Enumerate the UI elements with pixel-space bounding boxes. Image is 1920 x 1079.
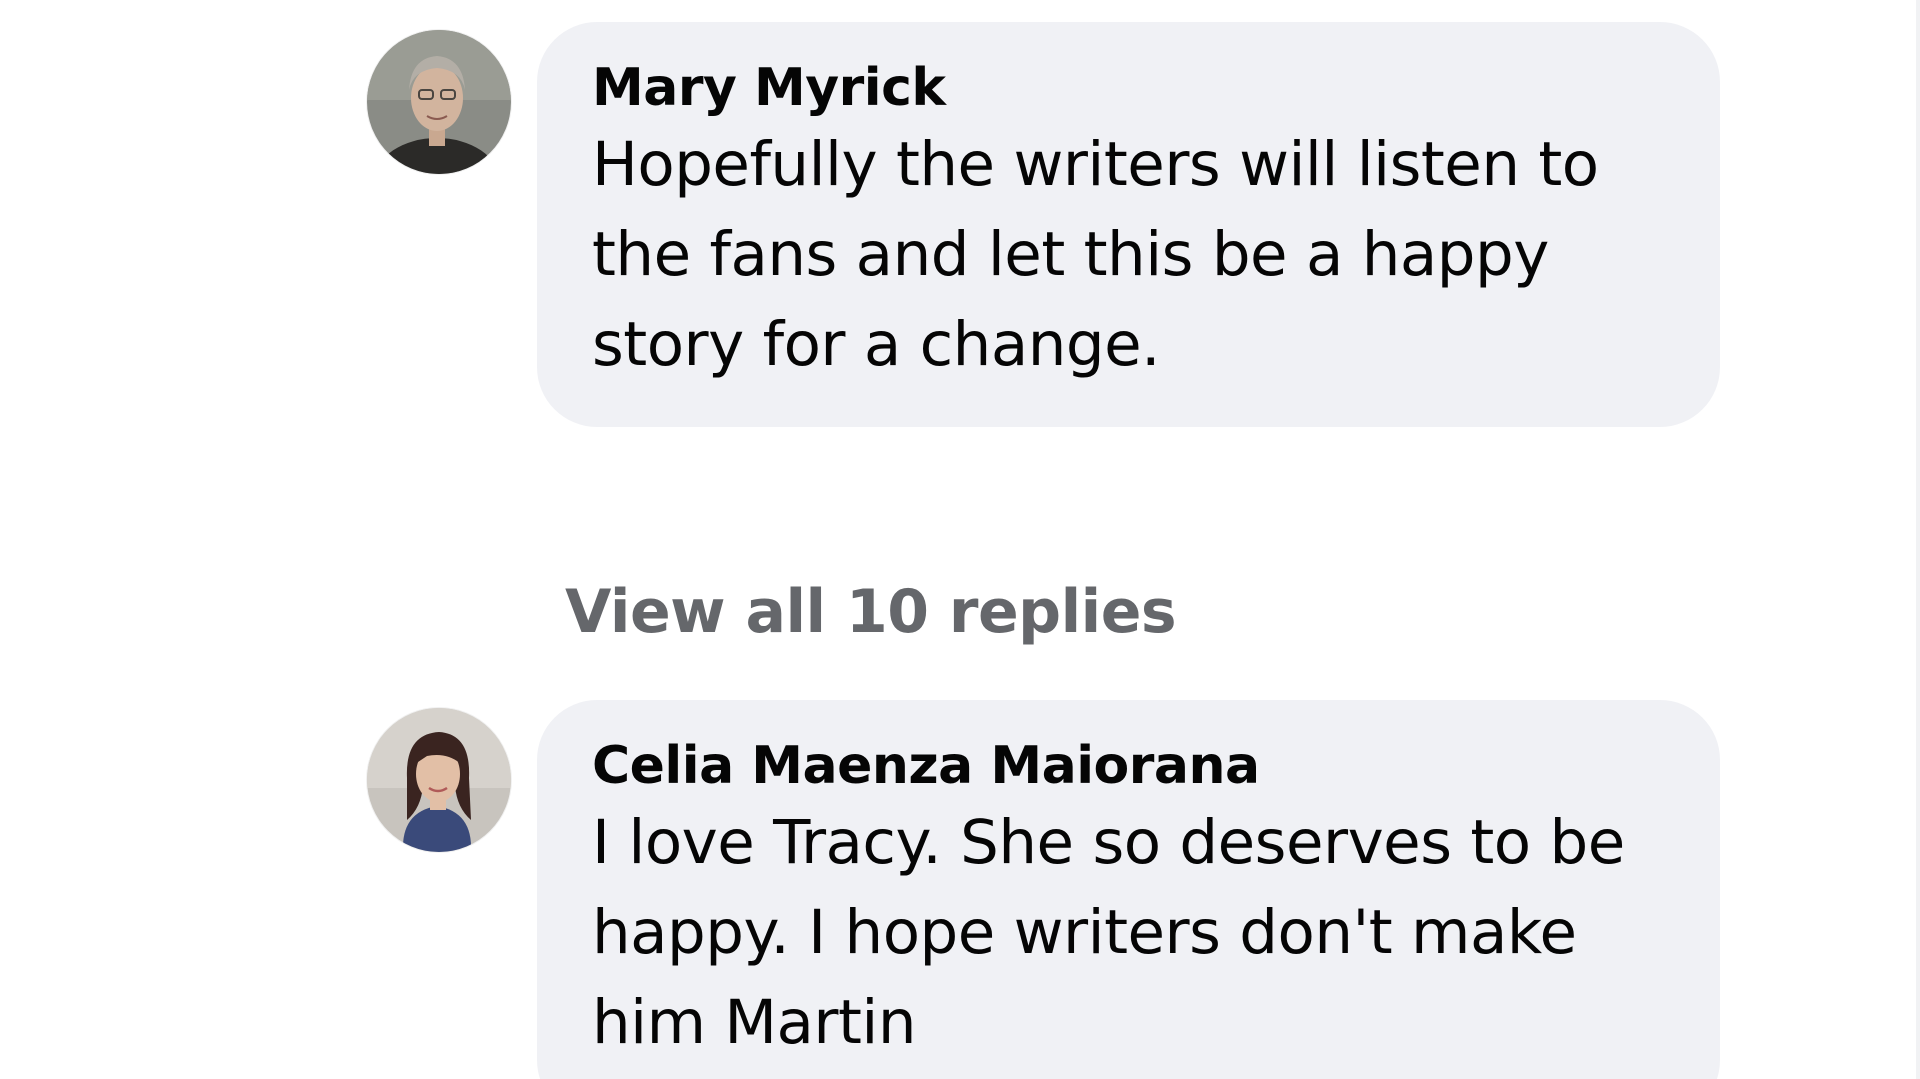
comment-author[interactable]: Mary Myrick	[592, 58, 1660, 118]
avatar-photo	[367, 30, 511, 174]
comment-text: I love Tracy. She so deserves to be happ…	[592, 807, 1625, 1058]
scrollbar-track[interactable]	[1916, 0, 1920, 1079]
avatar[interactable]	[367, 30, 511, 174]
comment-bubble: Celia Maenza Maiorana I love Tracy. She …	[537, 700, 1720, 1079]
comment-thread: Mary Myrick Hopefully the writers will l…	[0, 0, 1920, 1079]
comment-author[interactable]: Celia Maenza Maiorana	[592, 736, 1660, 796]
comment-bubble: Mary Myrick Hopefully the writers will l…	[537, 22, 1720, 427]
comment-text: Hopefully the writers will listen to the…	[592, 129, 1599, 380]
view-replies-link[interactable]: View all 10 replies	[565, 572, 1177, 652]
avatar-photo	[367, 708, 511, 852]
avatar[interactable]	[367, 708, 511, 852]
